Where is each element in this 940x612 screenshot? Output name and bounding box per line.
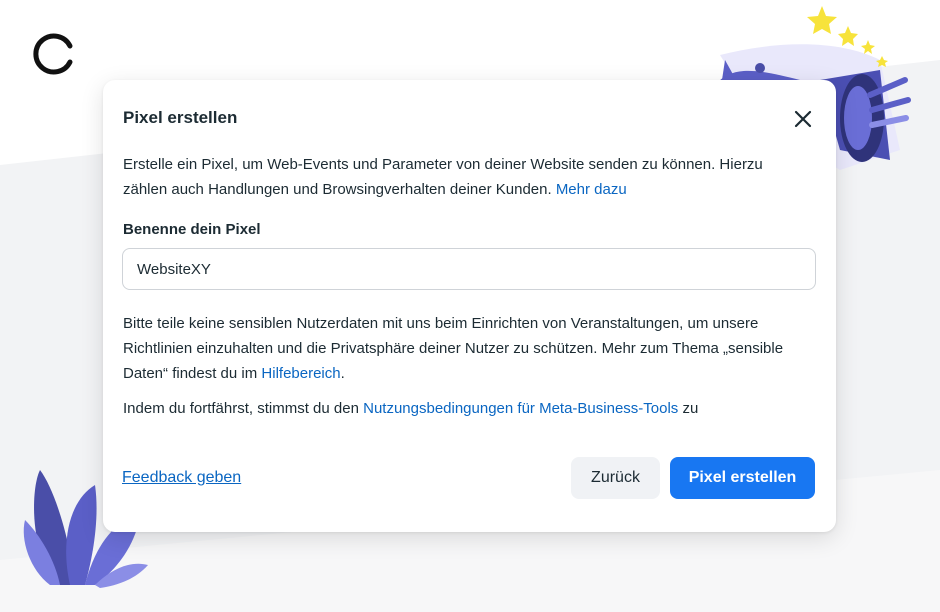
intro-text-body: Erstelle ein Pixel, um Web-Events und Pa… (123, 156, 763, 198)
sensitive-data-notice: Bitte teile keine sensiblen Nutzerdaten … (123, 311, 813, 386)
learn-more-link[interactable]: Mehr dazu (556, 181, 627, 198)
loading-spinner-icon (33, 33, 73, 75)
notice-text-body: Bitte teile keine sensiblen Nutzerdaten … (123, 315, 784, 382)
terms-text-end: zu (678, 400, 699, 417)
create-pixel-dialog: Pixel erstellen Erstelle ein Pixel, um W… (103, 80, 836, 532)
terms-link[interactable]: Nutzungsbedingungen für Meta-Business-To… (363, 400, 678, 417)
notice-text-end: . (340, 365, 345, 382)
terms-text-body: Indem du fortfährst, stimmst du den (123, 400, 364, 417)
feedback-link[interactable]: Feedback geben (122, 469, 241, 487)
pixel-name-label: Benenne dein Pixel (123, 221, 261, 238)
help-center-link[interactable]: Hilfebereich (261, 365, 340, 382)
intro-text: Erstelle ein Pixel, um Web-Events und Pa… (123, 152, 803, 202)
close-icon[interactable] (792, 108, 814, 130)
pixel-name-input[interactable] (122, 248, 816, 290)
create-pixel-button[interactable]: Pixel erstellen (670, 457, 815, 499)
dialog-title: Pixel erstellen (123, 108, 238, 127)
back-button[interactable]: Zurück (571, 457, 660, 499)
terms-text: Indem du fortfährst, stimmst du den Nutz… (123, 396, 813, 421)
